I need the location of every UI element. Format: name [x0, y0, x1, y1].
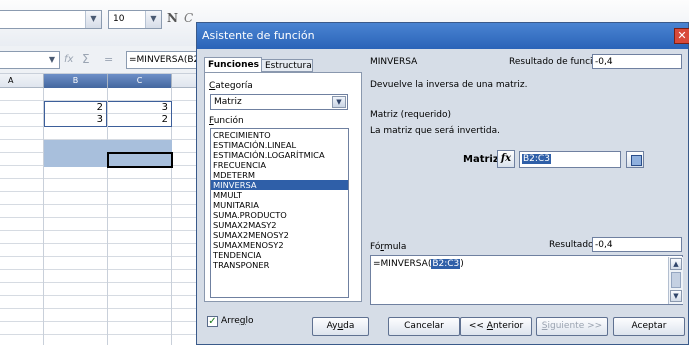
- column-header-a[interactable]: A: [0, 74, 44, 88]
- shrink-dialog-icon[interactable]: [626, 151, 644, 168]
- chevron-down-icon[interactable]: ▼: [145, 11, 161, 28]
- cell-b2[interactable]: 3: [44, 114, 107, 127]
- dialog-title: Asistente de función: [202, 29, 315, 42]
- formula-textarea[interactable]: =MINVERSA(B2:C3) ▲ ▼: [370, 255, 683, 305]
- function-list-item[interactable]: FRECUENCIA: [211, 160, 348, 170]
- function-wizard-icon[interactable]: fx: [64, 54, 73, 65]
- function-list-item[interactable]: SUMAXMENOSY2: [211, 240, 348, 250]
- formula-input[interactable]: =MINVERSA(B2:C: [126, 51, 206, 69]
- function-list-item[interactable]: SUMAX2MENOSY2: [211, 230, 348, 240]
- function-list-item[interactable]: TRANSPONER: [211, 260, 348, 270]
- function-wizard-dialog: Asistente de función ✕ Funciones Estruct…: [196, 22, 689, 345]
- chevron-down-icon[interactable]: ▼: [332, 96, 346, 108]
- title-bar[interactable]: Asistente de función ✕: [197, 23, 689, 49]
- result-value: -0,4: [592, 237, 682, 252]
- scroll-thumb[interactable]: [671, 272, 681, 288]
- italic-button[interactable]: C: [184, 11, 193, 25]
- function-list-item[interactable]: ESTIMACIÓN.LOGARÍTMICA: [211, 150, 348, 160]
- formula-reference: B2:C3: [431, 259, 461, 269]
- formula-scrollbar[interactable]: ▲ ▼: [668, 257, 683, 304]
- formula-label: Fórmula: [370, 242, 407, 252]
- column-header-b[interactable]: B: [44, 74, 108, 88]
- cell-c2[interactable]: 2: [108, 114, 172, 127]
- array-label: Arreglo: [221, 316, 254, 326]
- function-list-item[interactable]: MINVERSA: [211, 180, 348, 190]
- function-list-item[interactable]: SUMA.PRODUCTO: [211, 210, 348, 220]
- function-list-item[interactable]: CRECIMIENTO: [211, 130, 348, 140]
- function-list-item[interactable]: TENDENCIA: [211, 250, 348, 260]
- cancel-button[interactable]: Cancelar: [388, 317, 460, 336]
- scroll-down-icon[interactable]: ▼: [670, 290, 682, 302]
- result-label: Resultado: [549, 240, 594, 250]
- function-result-value: -0,4: [592, 54, 682, 69]
- column-headers: A B C: [0, 74, 200, 88]
- category-label: Categoría: [209, 81, 253, 91]
- close-icon[interactable]: ✕: [674, 28, 689, 44]
- function-list-item[interactable]: MUNITARIA: [211, 200, 348, 210]
- function-list[interactable]: CRECIMIENTO ESTIMACIÓN.LINEAL ESTIMACIÓN.L…: [210, 128, 349, 298]
- argument-value: B2:C3: [522, 154, 551, 164]
- equals-icon[interactable]: =: [104, 53, 113, 66]
- argument-description: La matriz que será invertida.: [370, 126, 500, 136]
- formula-suffix: ): [460, 259, 464, 269]
- font-name-select[interactable]: ▼: [0, 10, 102, 29]
- chevron-down-icon[interactable]: ▼: [85, 11, 101, 28]
- scroll-up-icon[interactable]: ▲: [670, 258, 682, 270]
- tab-funciones[interactable]: Funciones: [204, 57, 262, 72]
- font-size-value: 10: [113, 14, 125, 24]
- category-select[interactable]: Matriz ▼: [210, 94, 348, 110]
- function-description: Devuelve la inversa de una matriz.: [370, 80, 528, 90]
- function-result-label: Resultado de función: [509, 57, 604, 67]
- argument-required: Matriz (requerido): [370, 110, 452, 120]
- column-header-c[interactable]: C: [108, 74, 172, 88]
- name-box[interactable]: ▼: [0, 51, 60, 69]
- cell-c1[interactable]: 3: [108, 101, 172, 114]
- function-list-item[interactable]: ESTIMACIÓN.LINEAL: [211, 140, 348, 150]
- chevron-down-icon[interactable]: ▼: [45, 52, 59, 68]
- formula-prefix: =MINVERSA(: [373, 259, 432, 269]
- function-name: MINVERSA: [370, 57, 418, 67]
- function-list-item[interactable]: SUMAX2MASY2: [211, 220, 348, 230]
- array-checkbox[interactable]: ✓: [207, 316, 218, 327]
- function-label: Función: [209, 116, 244, 126]
- bold-button[interactable]: N: [167, 11, 178, 25]
- ok-button[interactable]: Aceptar: [613, 317, 685, 336]
- category-value: Matriz: [214, 97, 242, 107]
- active-cell[interactable]: [107, 152, 173, 168]
- help-button[interactable]: Ayuda: [312, 317, 369, 336]
- back-button[interactable]: << Anterior: [460, 317, 532, 336]
- matrix-argument-input[interactable]: B2:C3: [519, 151, 621, 168]
- font-size-select[interactable]: 10 ▼: [108, 10, 162, 29]
- next-button[interactable]: Siguiente >>: [536, 317, 608, 336]
- argument-label: Matriz: [463, 154, 499, 165]
- cell-b1[interactable]: 2: [44, 101, 107, 114]
- tab-estructura[interactable]: Estructura: [261, 59, 313, 72]
- function-list-item[interactable]: MMULT: [211, 190, 348, 200]
- function-list-item[interactable]: MDETERM: [211, 170, 348, 180]
- fx-icon[interactable]: fx: [497, 150, 515, 168]
- sum-icon[interactable]: Σ: [82, 52, 90, 66]
